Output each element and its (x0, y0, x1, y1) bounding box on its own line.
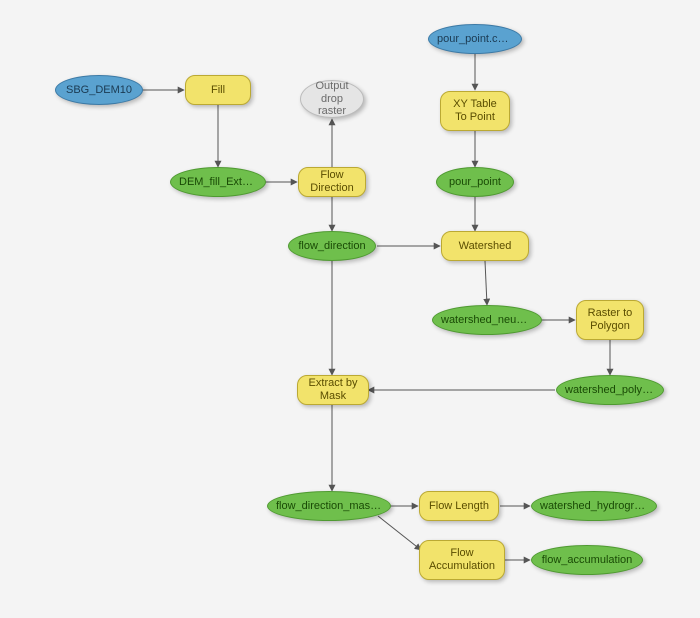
node-label: pour_point (445, 176, 505, 189)
tool-xy-table-to-point[interactable]: XY Table To Point (440, 91, 510, 131)
node-label: Raster to Polygon (585, 307, 635, 332)
data-watershed-hydrograph[interactable]: watershed_hydrograph (531, 491, 657, 521)
node-label: XY Table To Point (449, 98, 501, 123)
input-sbg-dem10[interactable]: SBG_DEM10 (55, 75, 143, 105)
node-label: SBG_DEM10 (64, 84, 134, 97)
tool-raster-to-polygon[interactable]: Raster to Polygon (576, 300, 644, 340)
node-label: watershed_polygon (565, 384, 655, 397)
node-label: flow_direction (297, 240, 367, 253)
data-flow-direction[interactable]: flow_direction (288, 231, 376, 261)
node-label: Fill (194, 84, 242, 97)
tool-flow-direction[interactable]: Flow Direction (298, 167, 366, 197)
data-watershed-neubach[interactable]: watershed_neubach (432, 305, 542, 335)
node-label: Watershed (450, 240, 520, 253)
node-label: DEM_fill_Extent (179, 176, 257, 189)
node-label: Output drop raster (309, 80, 355, 118)
output-drop-raster[interactable]: Output drop raster (300, 80, 364, 118)
data-flow-accumulation[interactable]: flow_accumulation (531, 545, 643, 575)
tool-flow-length[interactable]: Flow Length (419, 491, 499, 521)
data-dem-fill-extent[interactable]: DEM_fill_Extent (170, 167, 266, 197)
input-pour-point-csv[interactable]: pour_point.csv… (428, 24, 522, 54)
node-label: watershed_hydrograph (540, 500, 648, 513)
data-pour-point[interactable]: pour_point (436, 167, 514, 197)
node-label: flow_accumulation (540, 554, 634, 567)
tool-extract-by-mask[interactable]: Extract by Mask (297, 375, 369, 405)
node-label: pour_point.csv… (437, 33, 513, 46)
node-label: Flow Length (428, 500, 490, 513)
data-flow-direction-masked[interactable]: flow_direction_masked (267, 491, 391, 521)
node-label: flow_direction_masked (276, 500, 382, 513)
tool-flow-accumulation[interactable]: Flow Accumulation (419, 540, 505, 580)
node-label: Extract by Mask (306, 377, 360, 402)
tool-fill[interactable]: Fill (185, 75, 251, 105)
node-label: Flow Accumulation (428, 547, 496, 572)
data-watershed-polygon[interactable]: watershed_polygon (556, 375, 664, 405)
tool-watershed[interactable]: Watershed (441, 231, 529, 261)
node-label: watershed_neubach (441, 314, 533, 327)
model-canvas[interactable]: SBG_DEM10 pour_point.csv… Fill XY Table … (0, 0, 700, 618)
node-label: Flow Direction (307, 169, 357, 194)
